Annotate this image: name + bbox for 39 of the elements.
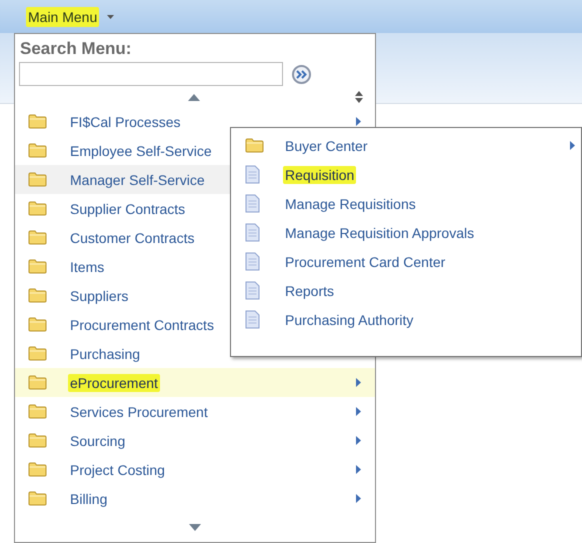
- double-chevron-icon: [296, 70, 307, 78]
- folder-icon: [28, 491, 47, 506]
- menu-item[interactable]: Manage Requisition Approvals: [231, 218, 581, 247]
- folder-icon: [28, 404, 47, 419]
- document-icon: [245, 165, 260, 184]
- document-icon: [245, 310, 260, 329]
- menu-item[interactable]: Reports: [231, 276, 581, 305]
- menu-item[interactable]: Purchasing Authority: [231, 305, 581, 334]
- search-go-button[interactable]: [292, 64, 311, 84]
- scroll-up-icon[interactable]: [188, 94, 200, 100]
- menu-item[interactable]: Project Costing: [15, 455, 375, 484]
- folder-icon: [28, 288, 47, 303]
- folder-icon: [28, 114, 47, 129]
- folder-icon: [28, 433, 47, 448]
- folder-icon: [28, 143, 47, 158]
- menu-item[interactable]: Billing: [15, 484, 375, 513]
- caret-icon: [107, 14, 114, 18]
- search-label: Search Menu:: [20, 39, 132, 59]
- folder-icon: [28, 201, 47, 216]
- folder-icon: [28, 375, 47, 390]
- folder-icon: [28, 346, 47, 361]
- menu-item[interactable]: Procurement Card Center: [231, 247, 581, 276]
- menu-item[interactable]: Services Procurement: [15, 397, 375, 426]
- menu-item[interactable]: Purchasing: [15, 339, 375, 368]
- folder-icon: [245, 138, 264, 153]
- folder-icon: [28, 317, 47, 332]
- folder-icon: [28, 259, 47, 274]
- document-icon: [245, 252, 260, 271]
- menu-item[interactable]: eProcurement: [15, 368, 375, 397]
- scroll-down-icon[interactable]: [189, 524, 201, 531]
- sort-arrows-icon[interactable]: [355, 91, 363, 103]
- folder-icon: [28, 172, 47, 187]
- document-icon: [245, 281, 260, 300]
- folder-icon: [28, 462, 47, 477]
- folder-icon: [28, 230, 47, 245]
- menu-item[interactable]: Sourcing: [15, 426, 375, 455]
- document-icon: [245, 194, 260, 213]
- search-field[interactable]: [19, 62, 283, 86]
- document-icon: [245, 223, 260, 242]
